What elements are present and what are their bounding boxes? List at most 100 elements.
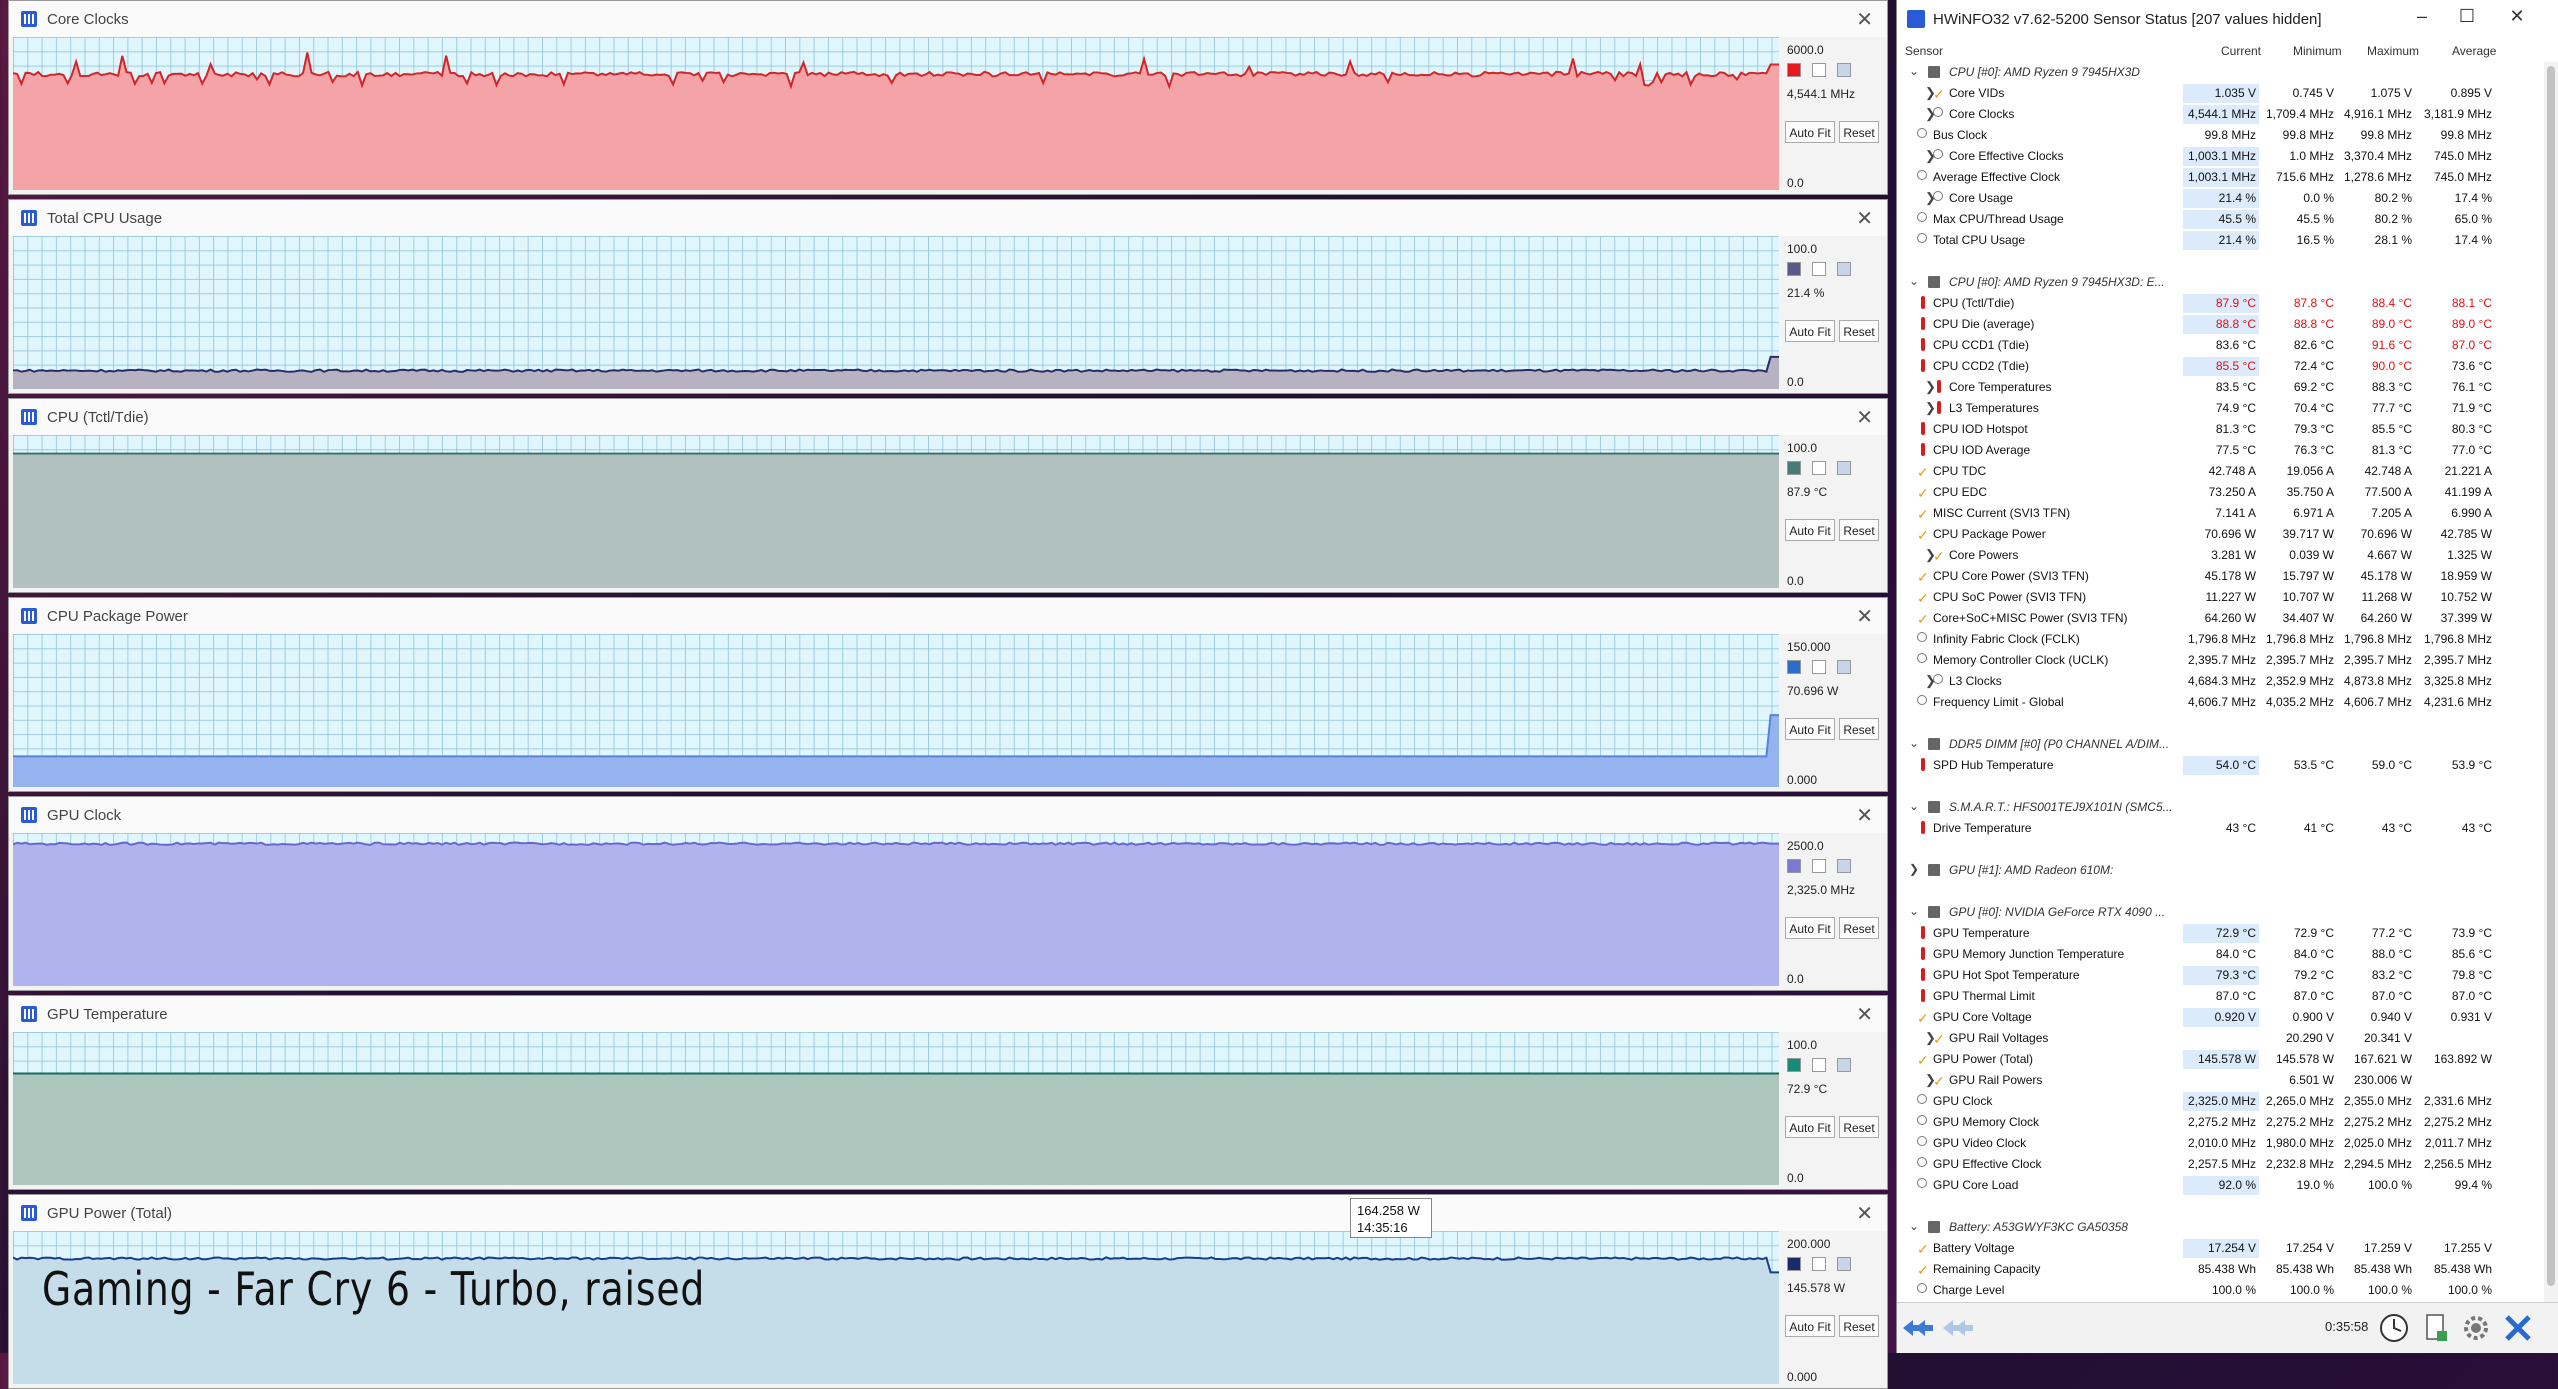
sensor-row[interactable]: ✓ CPU Package Power 70.696 W 39.717 W 70.696…	[1897, 524, 2544, 545]
auto-fit-button[interactable]: Auto Fit	[1785, 519, 1835, 541]
report-icon[interactable]	[2419, 1311, 2453, 1345]
close-icon[interactable]: ✕	[1856, 803, 1873, 828]
chevron-down-icon[interactable]: ⌄	[1909, 799, 1919, 813]
sensor-group[interactable]: ⌄ Battery: A53GWYF3KC GA50358	[1897, 1217, 2544, 1238]
sensor-group[interactable]: ⌄ GPU [#0]: NVIDIA GeForce RTX 4090 ...	[1897, 902, 2544, 923]
sensor-row[interactable]: ❯ L3 Temperatures 74.9 °C 70.4 °C 77.7 °C 71.…	[1897, 398, 2544, 419]
background-color-swatch[interactable]	[1812, 859, 1826, 873]
background-color-swatch[interactable]	[1812, 63, 1826, 77]
close-icon[interactable]: ✕	[1856, 1002, 1873, 1027]
chevron-down-icon[interactable]: ⌄	[1909, 274, 1919, 288]
series-color-swatch[interactable]	[1787, 461, 1801, 475]
col-average[interactable]: Average	[2452, 44, 2496, 58]
clock-icon[interactable]	[2377, 1311, 2411, 1345]
graph-title-bar[interactable]: CPU (Tctl/Tdie) ✕	[9, 399, 1887, 435]
sensor-row[interactable]: ❯ ✓ GPU Rail Powers 6.501 W 230.006 W	[1897, 1070, 2544, 1091]
background-color-swatch[interactable]	[1812, 461, 1826, 475]
sensor-row[interactable]: ❯ L3 Clocks 4,684.3 MHz 2,352.9 MHz 4,873.8 …	[1897, 671, 2544, 692]
sensor-row[interactable]: Max CPU/Thread Usage 45.5 % 45.5 % 80.2 % 65…	[1897, 209, 2544, 230]
background-color-swatch[interactable]	[1812, 660, 1826, 674]
sensor-row[interactable]: ❯ ✓ GPU Rail Voltages 20.290 V 20.341 V	[1897, 1028, 2544, 1049]
background-color-swatch[interactable]	[1812, 1257, 1826, 1271]
sensor-row[interactable]: GPU Thermal Limit 87.0 °C 87.0 °C 87.0 °C 87…	[1897, 986, 2544, 1007]
sensor-row[interactable]: ✓ CPU Core Power (SVI3 TFN) 45.178 W 15.797…	[1897, 566, 2544, 587]
prev-arrows-icon[interactable]	[1901, 1311, 1935, 1345]
grid-color-swatch[interactable]	[1837, 859, 1851, 873]
close-icon[interactable]: ✕	[1856, 7, 1873, 32]
sensor-row[interactable]: Drive Temperature 43 °C 41 °C 43 °C 43 °C	[1897, 818, 2544, 839]
sensor-row[interactable]: ❯ Core Temperatures 83.5 °C 69.2 °C 88.3 °C 7…	[1897, 377, 2544, 398]
reset-button[interactable]: Reset	[1839, 917, 1879, 939]
graph-title-bar[interactable]: CPU Package Power ✕	[9, 598, 1887, 634]
chevron-down-icon[interactable]: ⌄	[1909, 736, 1919, 750]
auto-fit-button[interactable]: Auto Fit	[1785, 1315, 1835, 1337]
reset-button[interactable]: Reset	[1839, 718, 1879, 740]
sensor-row[interactable]: CPU Die (average) 88.8 °C 88.8 °C 89.0 °C 89…	[1897, 314, 2544, 335]
background-color-swatch[interactable]	[1812, 262, 1826, 276]
graph-window[interactable]: GPU Clock ✕ 2500.0 2,325.0 MHz Auto Fit Reset…	[8, 796, 1888, 991]
series-color-swatch[interactable]	[1787, 660, 1801, 674]
sensor-row[interactable]: ✓ Core+SoC+MISC Power (SVI3 TFN) 64.260 W 3…	[1897, 608, 2544, 629]
exit-icon[interactable]	[2501, 1311, 2535, 1345]
grid-color-swatch[interactable]	[1837, 63, 1851, 77]
graph-window[interactable]: CPU (Tctl/Tdie) ✕ 100.0 87.9 °C Auto Fit Rese…	[8, 398, 1888, 593]
maximize-button[interactable]: ☐	[2447, 6, 2487, 27]
auto-fit-button[interactable]: Auto Fit	[1785, 1116, 1835, 1138]
chevron-right-icon[interactable]: ❯	[1925, 400, 1936, 416]
sensor-row[interactable]: GPU Core Load 92.0 % 19.0 % 100.0 % 99.4 %	[1897, 1175, 2544, 1196]
sensor-row[interactable]: ❯ ✓ Core VIDs 1.035 V 0.745 V 1.075 V 0.895 V	[1897, 83, 2544, 104]
sensor-row[interactable]: GPU Video Clock 2,010.0 MHz 1,980.0 MHz 2,0…	[1897, 1133, 2544, 1154]
sensor-row[interactable]: CPU (Tctl/Tdie) 87.9 °C 87.8 °C 88.4 °C 88.1…	[1897, 293, 2544, 314]
reset-button[interactable]: Reset	[1839, 1315, 1879, 1337]
sensor-row[interactable]: Memory Controller Clock (UCLK) 2,395.7 MH…	[1897, 650, 2544, 671]
auto-fit-button[interactable]: Auto Fit	[1785, 718, 1835, 740]
sensor-row[interactable]: ✓ CPU TDC 42.748 A 19.056 A 42.748 A 21.221 A	[1897, 461, 2544, 482]
close-icon[interactable]: ✕	[1856, 405, 1873, 430]
auto-fit-button[interactable]: Auto Fit	[1785, 320, 1835, 342]
sensor-row[interactable]: GPU Temperature 72.9 °C 72.9 °C 77.2 °C 73.9…	[1897, 923, 2544, 944]
graph-title-bar[interactable]: GPU Clock ✕	[9, 797, 1887, 833]
sensor-row[interactable]: Frequency Limit - Global 4,606.7 MHz 4,035…	[1897, 692, 2544, 713]
graph-window[interactable]: Core Clocks ✕ 6000.0 4,544.1 MHz Auto Fit Res…	[8, 0, 1888, 195]
sensor-row[interactable]: CPU CCD2 (Tdie) 85.5 °C 72.4 °C 90.0 °C 73.6…	[1897, 356, 2544, 377]
sensor-row[interactable]: ❯ Core Clocks 4,544.1 MHz 1,709.4 MHz 4,916.…	[1897, 104, 2544, 125]
col-current[interactable]: Current	[2221, 44, 2261, 58]
sensor-row[interactable]: GPU Memory Clock 2,275.2 MHz 2,275.2 MHz 2,…	[1897, 1112, 2544, 1133]
auto-fit-button[interactable]: Auto Fit	[1785, 917, 1835, 939]
sensor-row[interactable]: ✓ GPU Core Voltage 0.920 V 0.900 V 0.940 V 0.…	[1897, 1007, 2544, 1028]
sensor-row[interactable]: CPU CCD1 (Tdie) 83.6 °C 82.6 °C 91.6 °C 87.0…	[1897, 335, 2544, 356]
sensor-row[interactable]: CPU IOD Average 77.5 °C 76.3 °C 81.3 °C 77.0…	[1897, 440, 2544, 461]
sensor-group[interactable]: ⌄ DDR5 DIMM [#0] (P0 CHANNEL A/DIM...	[1897, 734, 2544, 755]
reset-button[interactable]: Reset	[1839, 121, 1879, 143]
sensor-row[interactable]: Infinity Fabric Clock (FCLK) 1,796.8 MHz 1…	[1897, 629, 2544, 650]
sensor-group[interactable]: ❯ GPU [#1]: AMD Radeon 610M:	[1897, 860, 2544, 881]
grid-color-swatch[interactable]	[1837, 1058, 1851, 1072]
sensor-row[interactable]: ✓ CPU SoC Power (SVI3 TFN) 11.227 W 10.707 …	[1897, 587, 2544, 608]
sensor-row[interactable]: ❯ Core Usage 21.4 % 0.0 % 80.2 % 17.4 %	[1897, 188, 2544, 209]
series-color-swatch[interactable]	[1787, 1257, 1801, 1271]
close-icon[interactable]: ✕	[1856, 1201, 1873, 1226]
graph-window[interactable]: GPU Temperature ✕ 100.0 72.9 °C Auto Fit Rese…	[8, 995, 1888, 1190]
grid-color-swatch[interactable]	[1837, 1257, 1851, 1271]
sensor-group[interactable]: ⌄ CPU [#0]: AMD Ryzen 9 7945HX3D	[1897, 62, 2544, 83]
sensor-row[interactable]: CPU IOD Hotspot 81.3 °C 79.3 °C 85.5 °C 80.3…	[1897, 419, 2544, 440]
grid-color-swatch[interactable]	[1837, 660, 1851, 674]
sensor-row[interactable]: Charge Level 100.0 % 100.0 % 100.0 % 100.0 %	[1897, 1280, 2544, 1301]
sensor-row[interactable]: SPD Hub Temperature 54.0 °C 53.5 °C 59.0 °C…	[1897, 755, 2544, 776]
graph-title-bar[interactable]: Core Clocks ✕	[9, 1, 1887, 37]
chevron-down-icon[interactable]: ⌄	[1909, 1219, 1919, 1233]
reset-button[interactable]: Reset	[1839, 320, 1879, 342]
scroll-thumb[interactable]	[2547, 66, 2555, 1286]
sensor-row[interactable]: ❯ Core Effective Clocks 1,003.1 MHz 1.0 MHz…	[1897, 146, 2544, 167]
sensor-row[interactable]: ❯ ✓ Core Powers 3.281 W 0.039 W 4.667 W 1.325 …	[1897, 545, 2544, 566]
sensor-row[interactable]: Average Effective Clock 1,003.1 MHz 715.6 …	[1897, 167, 2544, 188]
chevron-right-icon[interactable]: ❯	[1909, 862, 1919, 876]
sensor-row[interactable]: ✓ Battery Voltage 17.254 V 17.254 V 17.259 V…	[1897, 1238, 2544, 1259]
chevron-down-icon[interactable]: ⌄	[1909, 904, 1919, 918]
series-color-swatch[interactable]	[1787, 63, 1801, 77]
sensor-row[interactable]: ✓ MISC Current (SVI3 TFN) 7.141 A 6.971 A 7.…	[1897, 503, 2544, 524]
next-arrows-icon[interactable]	[1941, 1311, 1975, 1345]
sensor-row[interactable]: ✓ GPU Power (Total) 145.578 W 145.578 W 167.…	[1897, 1049, 2544, 1070]
close-button[interactable]: ✕	[2497, 6, 2537, 27]
minimize-button[interactable]: –	[2402, 6, 2442, 27]
